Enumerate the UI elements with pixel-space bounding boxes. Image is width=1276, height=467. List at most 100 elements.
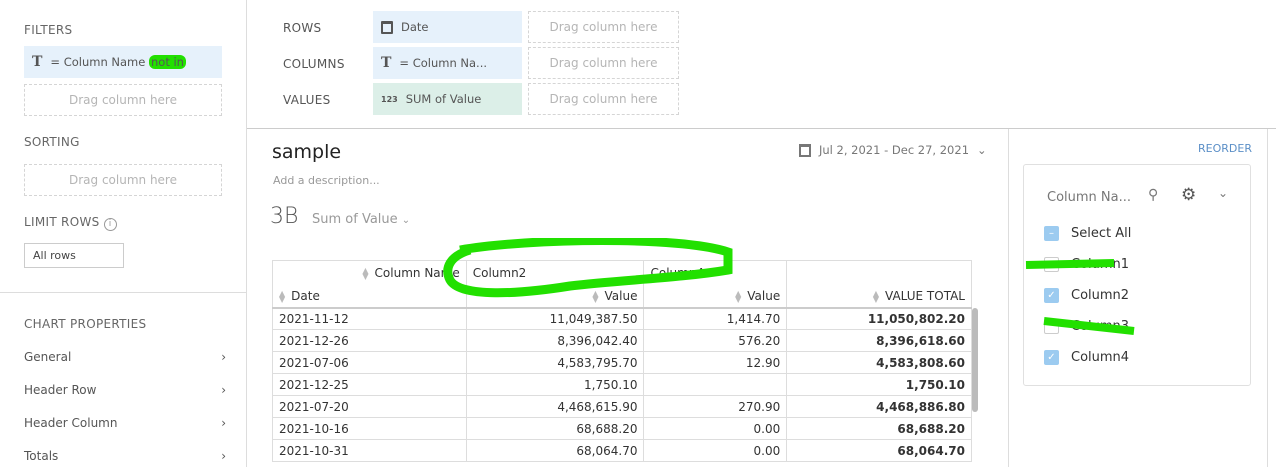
search-icon[interactable]: ⚲ — [1148, 187, 1158, 203]
chart-properties-label: CHART PROPERTIES — [24, 317, 147, 331]
chevron-down-icon[interactable]: ⌄ — [1218, 186, 1228, 200]
chart-title[interactable]: sample — [272, 141, 341, 163]
column4-value-cell: 0.00 — [643, 439, 788, 462]
text-type-icon: T — [381, 55, 392, 71]
sort-icon: ▲ ▼ — [872, 288, 879, 304]
prop-header-row[interactable]: Header Row › — [24, 383, 226, 397]
column2-value-cell: 68,688.20 — [465, 417, 645, 440]
date-cell: 2021-12-25 — [272, 373, 467, 396]
sort-icon: ▲ ▼ — [362, 265, 369, 281]
filter-option[interactable]: Column3 — [1044, 319, 1129, 334]
total-cell: 11,050,802.20 — [786, 307, 972, 330]
value-header[interactable]: ▲ ▼ Value — [643, 285, 788, 308]
table-row: 2021-11-12 11,049,387.50 1,414.70 11,050,80… — [272, 307, 972, 330]
column2-value-cell: 68,064.70 — [465, 439, 645, 462]
table-row: 2021-12-26 8,396,042.40 576.20 8,396,618.60 — [272, 329, 972, 352]
chevron-right-icon: › — [221, 449, 226, 463]
checkbox-icon[interactable] — [1044, 319, 1059, 334]
date-cell: 2021-10-31 — [272, 439, 467, 462]
columns-label: COLUMNS — [283, 57, 345, 71]
filter-option[interactable]: ✓ Column4 — [1044, 350, 1129, 365]
values-label: VALUES — [283, 93, 331, 107]
columns-drop-zone[interactable]: Drag column here — [528, 47, 679, 79]
limit-rows-label: LIMIT ROWS i — [24, 215, 117, 231]
value-total-header[interactable]: ▲ ▼ VALUE TOTAL — [786, 285, 972, 308]
date-header[interactable]: ▲ ▼ Date — [272, 285, 467, 308]
column2-value-cell: 1,750.10 — [465, 373, 645, 396]
calendar-icon — [381, 20, 393, 34]
checkbox-icon[interactable] — [1044, 257, 1059, 272]
filter-card-title: Column Na... — [1047, 190, 1132, 205]
calendar-icon — [799, 143, 811, 157]
prop-general[interactable]: General › — [24, 350, 226, 364]
column4-value-cell: 270.90 — [643, 395, 788, 418]
pivot-column-header[interactable]: ▲ ▼ Column Name — [272, 260, 467, 286]
chevron-right-icon: › — [221, 350, 226, 364]
description-input[interactable]: Add a description... — [273, 174, 380, 187]
column4-value-cell: 12.90 — [643, 351, 788, 374]
column2-value-cell: 4,468,615.90 — [465, 395, 645, 418]
number-type-icon: 123 — [381, 94, 398, 104]
filter-operator: not in — [149, 55, 186, 69]
table-row: 2021-07-20 4,468,615.90 270.90 4,468,886.80 — [272, 395, 972, 418]
column4-value-cell: 1,414.70 — [643, 307, 788, 330]
column2-value-cell: 4,583,795.70 — [465, 351, 645, 374]
gear-icon[interactable]: ⚙ — [1181, 185, 1196, 205]
checkbox-icon[interactable]: – — [1044, 226, 1059, 241]
table-row: 2021-12-25 1,750.10 1,750.10 — [272, 373, 972, 396]
column4-value-cell: 576.20 — [643, 329, 788, 352]
pivot-table: ▲ ▼ Column Name Column2 Column4 ▲ ▼ Date ▲ ▼ Valu… — [272, 260, 972, 462]
chevron-down-icon: ⌄ — [401, 215, 411, 226]
date-cell: 2021-07-20 — [272, 395, 467, 418]
filters-label: FILTERS — [24, 23, 73, 37]
total-cell: 8,396,618.60 — [786, 329, 972, 352]
rows-pill[interactable]: Date — [373, 11, 522, 43]
sorting-drop-zone[interactable]: Drag column here — [24, 164, 222, 196]
column-group-header: Column4 — [643, 260, 788, 286]
column4-value-cell — [643, 373, 788, 396]
table-row: 2021-07-06 4,583,795.70 12.90 4,583,808.60 — [272, 351, 972, 374]
divider — [0, 292, 246, 293]
filter-option[interactable]: ✓ Column2 — [1044, 288, 1129, 303]
checkbox-icon[interactable]: ✓ — [1044, 288, 1059, 303]
column2-value-cell: 11,049,387.50 — [465, 307, 645, 330]
values-drop-zone[interactable]: Drag column here — [528, 83, 679, 115]
chevron-down-icon: ⌄ — [977, 143, 987, 157]
info-icon[interactable]: i — [103, 218, 117, 231]
metric-value: 3B — [270, 204, 299, 229]
date-cell: 2021-11-12 — [272, 307, 467, 330]
metric-select[interactable]: Sum of Value ⌄ — [312, 212, 410, 227]
table-row: 2021-10-16 68,688.20 0.00 68,688.20 — [272, 417, 972, 440]
date-range-picker[interactable]: Jul 2, 2021 - Dec 27, 2021 ⌄ — [799, 143, 987, 157]
chevron-right-icon: › — [221, 416, 226, 430]
rows-drop-zone[interactable]: Drag column here — [528, 11, 679, 43]
rows-label: ROWS — [283, 21, 322, 35]
values-pill[interactable]: 123 SUM of Value — [373, 83, 522, 115]
filter-pill[interactable]: T = Column Name not in — [24, 46, 222, 78]
column-group-header: Column2 — [465, 260, 645, 286]
value-header[interactable]: ▲ ▼ Value — [465, 285, 645, 308]
sort-icon: ▲ ▼ — [735, 288, 742, 304]
prop-header-column[interactable]: Header Column › — [24, 416, 226, 430]
table-row: 2021-10-31 68,064.70 0.00 68,064.70 — [272, 439, 972, 462]
left-panel: FILTERS T = Column Name not in Drag colu… — [0, 0, 247, 467]
total-cell: 68,064.70 — [786, 439, 972, 462]
sort-icon: ▲ ▼ — [592, 288, 599, 304]
total-cell: 68,688.20 — [786, 417, 972, 440]
column2-value-cell: 8,396,042.40 — [465, 329, 645, 352]
sorting-label: SORTING — [24, 135, 80, 149]
sort-icon: ▲ ▼ — [279, 288, 286, 304]
checkbox-icon[interactable]: ✓ — [1044, 350, 1059, 365]
filter-drop-zone[interactable]: Drag column here — [24, 84, 222, 116]
date-cell: 2021-10-16 — [272, 417, 467, 440]
filter-option[interactable]: – Select All — [1044, 226, 1131, 241]
total-cell: 1,750.10 — [786, 373, 972, 396]
prop-totals[interactable]: Totals › — [24, 449, 226, 463]
filter-option[interactable]: Column1 — [1044, 257, 1129, 272]
limit-rows-select[interactable]: All rows — [24, 243, 124, 268]
columns-pill[interactable]: T = Column Na... — [373, 47, 522, 79]
total-cell: 4,583,808.60 — [786, 351, 972, 374]
column4-value-cell: 0.00 — [643, 417, 788, 440]
scrollbar[interactable] — [972, 308, 978, 412]
reorder-button[interactable]: REORDER — [1198, 142, 1252, 155]
